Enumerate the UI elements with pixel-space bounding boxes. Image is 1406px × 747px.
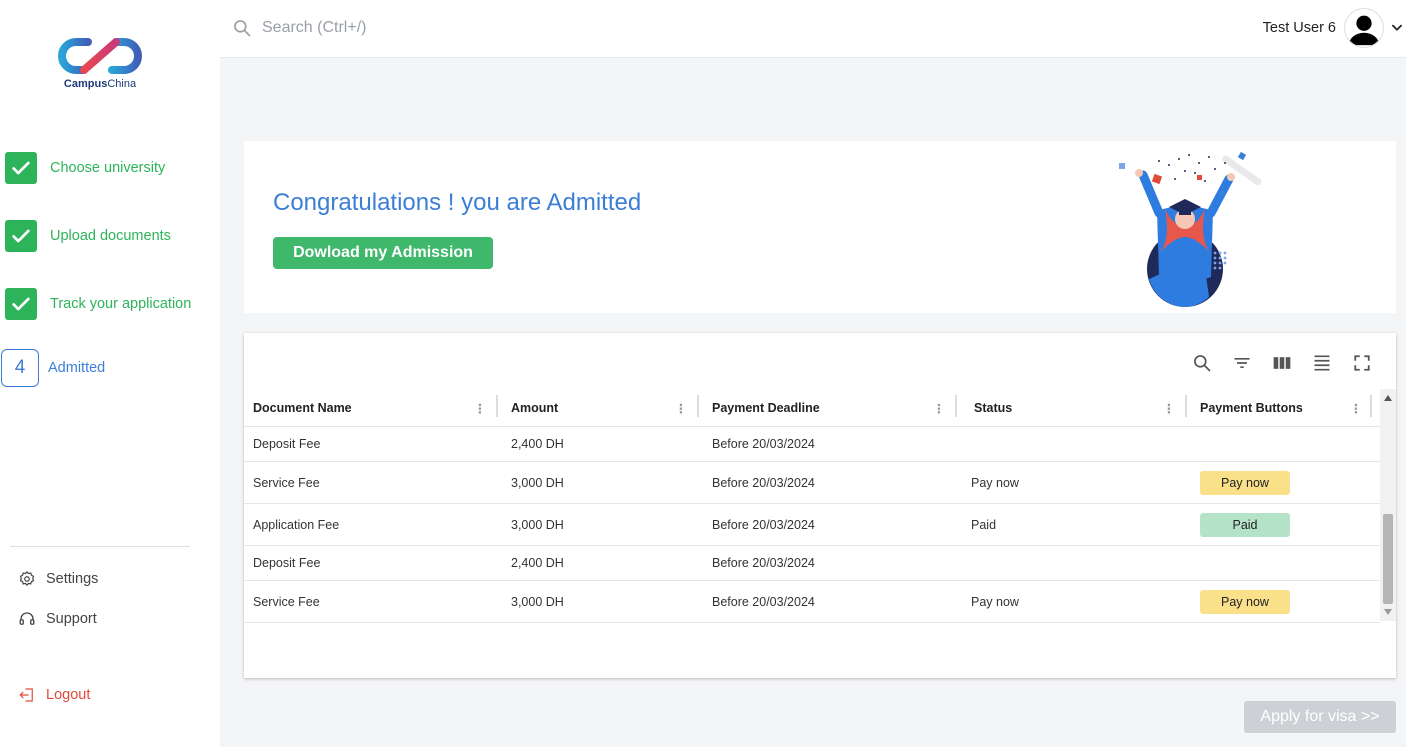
column-header-document-name[interactable]: Document Name	[253, 389, 352, 427]
column-header-payment-deadline[interactable]: Payment Deadline	[712, 389, 820, 427]
apply-for-visa-button[interactable]: Apply for visa >>	[1244, 701, 1396, 733]
logout-link[interactable]: Logout	[18, 684, 90, 706]
step-admitted[interactable]: 4 Admitted	[0, 348, 220, 388]
column-separator[interactable]	[955, 389, 959, 427]
cell-amount: 3,000 DH	[511, 594, 564, 609]
check-icon	[5, 220, 37, 252]
pay-now-button[interactable]: Pay now	[1200, 470, 1290, 495]
cell-document-name: Application Fee	[253, 517, 340, 532]
scroll-up-arrow-icon[interactable]	[1380, 391, 1396, 405]
support-label: Support	[46, 611, 97, 627]
scrollbar-thumb[interactable]	[1383, 514, 1393, 604]
cell-deadline: Before 20/03/2024	[712, 437, 815, 451]
column-menu-icon[interactable]: ⋮	[1162, 389, 1176, 427]
table-row: Service Fee 3,000 DH Before 20/03/2024 P…	[244, 462, 1380, 504]
cell-payment-button: Paid	[1200, 504, 1290, 545]
step-label: Choose university	[50, 160, 166, 176]
table-header: Document Name ⋮ Amount ⋮ Payment Deadlin…	[244, 389, 1380, 427]
step-label: Admitted	[48, 360, 106, 376]
step-choose-university[interactable]: Choose university	[0, 148, 220, 188]
column-separator[interactable]	[1370, 389, 1374, 427]
step-upload-documents[interactable]: Upload documents	[0, 216, 220, 256]
campus-china-logo[interactable]: CampusChina	[58, 36, 142, 94]
column-menu-icon[interactable]: ⋮	[674, 389, 688, 427]
table-row: Deposit Fee 2,400 DH Before 20/03/2024	[244, 427, 1380, 462]
fees-table-card: Document Name ⋮ Amount ⋮ Payment Deadlin…	[244, 333, 1396, 678]
filter-icon[interactable]	[1230, 351, 1254, 375]
table-toolbar	[1174, 351, 1374, 375]
step-label: Upload documents	[50, 228, 171, 244]
cell-deadline: Before 20/03/2024	[712, 517, 815, 532]
settings-label: Settings	[46, 571, 99, 587]
cell-payment-button: Pay now	[1200, 581, 1290, 622]
admission-title: Congratulations ! you are Admitted	[273, 189, 642, 216]
cell-status: Paid	[971, 517, 997, 532]
cell-status: Pay now	[971, 475, 1019, 490]
graduation-illustration	[1119, 151, 1262, 307]
table-row: Deposit Fee 2,400 DH Before 20/03/2024	[244, 546, 1380, 581]
download-admission-button[interactable]: Dowload my Admission	[273, 237, 493, 269]
check-icon	[5, 288, 37, 320]
table-row: Service Fee 3,000 DH Before 20/03/2024 P…	[244, 581, 1380, 623]
support-link[interactable]: Support	[18, 608, 97, 630]
column-separator[interactable]	[697, 389, 701, 427]
admission-banner: Congratulations ! you are Admitted Dowlo…	[244, 141, 1396, 313]
column-menu-icon[interactable]: ⋮	[1349, 389, 1363, 427]
pay-now-button[interactable]: Pay now	[1200, 589, 1290, 614]
cell-amount: 3,000 DH	[511, 517, 564, 532]
logo-mark-icon	[58, 38, 142, 74]
check-icon	[5, 152, 37, 184]
headset-icon	[19, 612, 35, 625]
cell-amount: 2,400 DH	[511, 556, 564, 570]
cell-deadline: Before 20/03/2024	[712, 594, 815, 609]
cell-amount: 3,000 DH	[511, 475, 564, 490]
step-number-badge: 4	[1, 349, 39, 387]
column-header-amount[interactable]: Amount	[511, 389, 558, 427]
cell-payment-button: Pay now	[1200, 462, 1290, 503]
search-box	[232, 18, 562, 38]
settings-icon	[19, 570, 35, 586]
cell-document-name: Deposit Fee	[253, 437, 321, 451]
settings-link[interactable]: Settings	[18, 568, 98, 590]
cell-document-name: Deposit Fee	[253, 556, 321, 570]
cell-document-name: Service Fee	[253, 594, 320, 609]
fullscreen-icon[interactable]	[1350, 351, 1374, 375]
column-menu-icon[interactable]: ⋮	[473, 389, 487, 427]
search-icon	[234, 20, 251, 37]
column-separator[interactable]	[496, 389, 500, 427]
top-bar: Test User 6	[220, 0, 1406, 58]
cell-deadline: Before 20/03/2024	[712, 475, 815, 490]
user-menu[interactable]: Test User 6	[1263, 8, 1406, 48]
paid-button[interactable]: Paid	[1200, 512, 1290, 537]
logo-wordmark: CampusChina	[63, 78, 137, 90]
column-header-status[interactable]: Status	[974, 389, 1012, 427]
step-track-application[interactable]: Track your application	[0, 284, 220, 324]
cell-document-name: Service Fee	[253, 475, 320, 490]
sidebar-divider	[10, 546, 190, 547]
logout-label: Logout	[46, 687, 91, 703]
logout-icon	[19, 688, 33, 702]
cell-deadline: Before 20/03/2024	[712, 556, 815, 570]
user-name: Test User 6	[1262, 20, 1336, 36]
chevron-down-icon[interactable]	[1390, 21, 1404, 35]
column-menu-icon[interactable]: ⋮	[932, 389, 946, 427]
user-avatar-icon	[1344, 8, 1384, 48]
step-label: Track your application	[50, 296, 192, 312]
table-search-icon[interactable]	[1190, 351, 1214, 375]
cell-status: Pay now	[971, 594, 1019, 609]
table-row: Application Fee 3,000 DH Before 20/03/20…	[244, 504, 1380, 546]
sidebar: CampusChina Choose university Upload doc…	[0, 0, 220, 747]
search-input[interactable]	[262, 19, 562, 37]
column-separator[interactable]	[1185, 389, 1189, 427]
density-icon[interactable]	[1310, 351, 1334, 375]
table-scrollbar[interactable]	[1380, 389, 1396, 621]
cell-amount: 2,400 DH	[511, 437, 564, 451]
scroll-down-arrow-icon[interactable]	[1380, 605, 1396, 619]
columns-icon[interactable]	[1270, 351, 1294, 375]
column-header-payment-buttons[interactable]: Payment Buttons	[1200, 389, 1303, 427]
